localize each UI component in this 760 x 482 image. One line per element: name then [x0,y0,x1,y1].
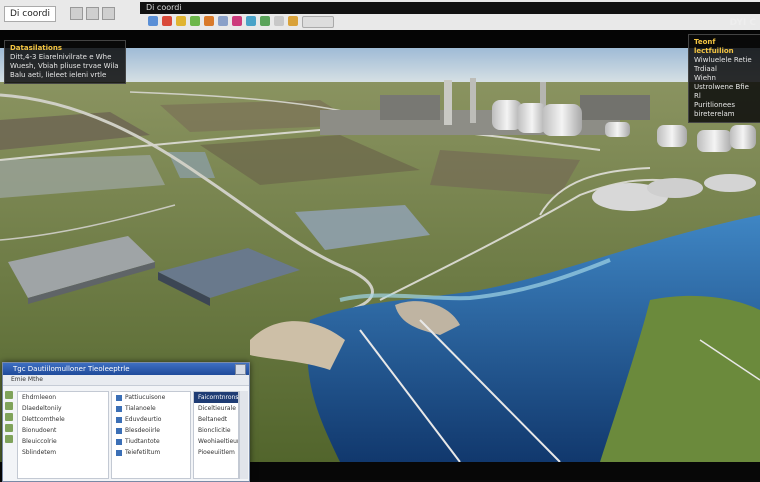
folder-icon[interactable] [5,435,13,443]
scrollbar[interactable] [239,391,248,479]
options-icon[interactable] [274,16,284,26]
list-item[interactable]: Pioeeuiitlem [194,447,238,458]
storage-tank [657,125,687,147]
window-title-bar: Di coordi [140,2,760,14]
window-icon[interactable] [102,7,115,20]
list-item-label: Teiefetiltum [125,449,161,456]
tool-icon-row [140,16,760,28]
storage-tank [730,125,756,149]
list-item[interactable]: Beltanedt [194,414,238,425]
list-item[interactable]: Weohiaeltieur [194,436,238,447]
right-label: DYI C [729,18,756,28]
dialog-title: Tgc Dautiilomulloner Tieoleeptrle [13,365,130,373]
file-icon [116,427,122,434]
overlay-line: Puritlionees bireterelam [694,101,735,118]
overlay-heading: Datasilations [10,44,62,52]
folder-icon[interactable] [5,391,13,399]
list-item[interactable]: Bionudoent [18,425,108,436]
dialog-menu[interactable]: Emie Mthe [3,375,249,386]
storage-tank [605,122,630,137]
info-overlay-right: Teonf lectfuilion Wiwluelele Retie Trdia… [688,34,760,123]
dialog-sidebar [5,391,15,479]
dome-tank [647,178,703,198]
list-item[interactable]: Tiudtantote [112,436,190,447]
file-icon [116,449,122,456]
overlay-heading: Teonf lectfuilion [694,38,734,55]
list-item[interactable]: Tialanoele [112,403,190,414]
list-item[interactable]: Diceltieurale [194,403,238,414]
overlay-line: Wiwluelele Retie Trdiaal [694,56,752,73]
dialog-list-1[interactable]: Ehdrnleeon Dlaedeltoniiy Dlettcomthele B… [17,391,109,479]
file-icon [116,394,122,401]
overlay-line: Wuesh, Vbiah pliuse trvae Wila [10,62,119,70]
toolbar-left-buttons [70,7,115,20]
list-item-label: Blesdeoiirle [125,427,160,434]
list-item-selected[interactable]: Faicorntnrons [194,392,238,403]
list-item[interactable]: Blesdeoiirle [112,425,190,436]
list-item-label: Pattiucuisone [125,394,166,401]
layers-icon[interactable] [204,16,214,26]
list-item[interactable]: Bionclicitie [194,425,238,436]
list-item[interactable]: Sblindetem [18,447,108,458]
plant-building [380,95,440,120]
list-item-label: Tialanoele [125,405,156,412]
data-dialog[interactable]: Tgc Dautiilomulloner Tieoleeptrle Emie M… [2,362,250,482]
overlay-line: Balu aeti, lieleet ieleni vrtle [10,71,107,79]
storage-tank [697,130,732,152]
close-icon[interactable] [235,364,246,375]
list-item[interactable]: Bleuiccolrie [18,436,108,447]
measure-icon[interactable] [288,16,298,26]
list-item-label: Eduvdeurtio [125,416,162,423]
list-item[interactable]: Ehdrnleeon [18,392,108,403]
terrain-icon[interactable] [260,16,270,26]
dialog-body: Ehdrnleeon Dlaedeltoniiy Dlettcomthele B… [3,387,249,481]
list-item[interactable]: Teiefetiltum [112,447,190,458]
info-overlay-left: Datasilations Ditt,4-3 Eiarelnivilrate e… [4,40,126,84]
dome-tank [704,174,756,192]
window-title: Di coordi [146,3,182,12]
overlay-line: Wiehn Ustrolwene Bfie Rl [694,74,749,100]
play-icon[interactable] [190,16,200,26]
list-item-label: Tiudtantote [125,438,160,445]
folder-icon[interactable] [5,413,13,421]
storage-tank [542,104,582,136]
folder-icon[interactable] [176,16,186,26]
dialog-list-3[interactable]: Faicorntnrons Diceltieurale Beltanedt Bi… [193,391,239,479]
globe-icon[interactable] [148,16,158,26]
plant-building [580,95,650,120]
chimney [444,80,452,125]
stop-icon[interactable] [162,16,172,26]
list-item[interactable]: Dlaedeltoniiy [18,403,108,414]
settings-icon[interactable] [86,7,99,20]
list-item[interactable]: Pattiucuisone [112,392,190,403]
menu-icon[interactable] [70,7,83,20]
list-item[interactable]: Dlettcomthele [18,414,108,425]
dialog-list-2[interactable]: Pattiucuisone Tialanoele Eduvdeurtio Ble… [111,391,191,479]
list-item[interactable]: Eduvdeurtio [112,414,190,425]
water-icon[interactable] [246,16,256,26]
grid-icon[interactable] [218,16,228,26]
file-icon [116,405,122,412]
folder-icon[interactable] [5,424,13,432]
app-title[interactable]: Di coordi [4,6,57,22]
folder-icon[interactable] [5,402,13,410]
chimney [470,78,476,123]
marker-icon[interactable] [232,16,242,26]
file-icon [116,416,122,423]
search-box[interactable] [302,16,334,28]
overlay-line: Ditt,4-3 Eiarelnivilrate e Whe [10,53,112,61]
dialog-title-bar[interactable]: Tgc Dautiilomulloner Tieoleeptrle [3,363,249,375]
file-icon [116,438,122,445]
